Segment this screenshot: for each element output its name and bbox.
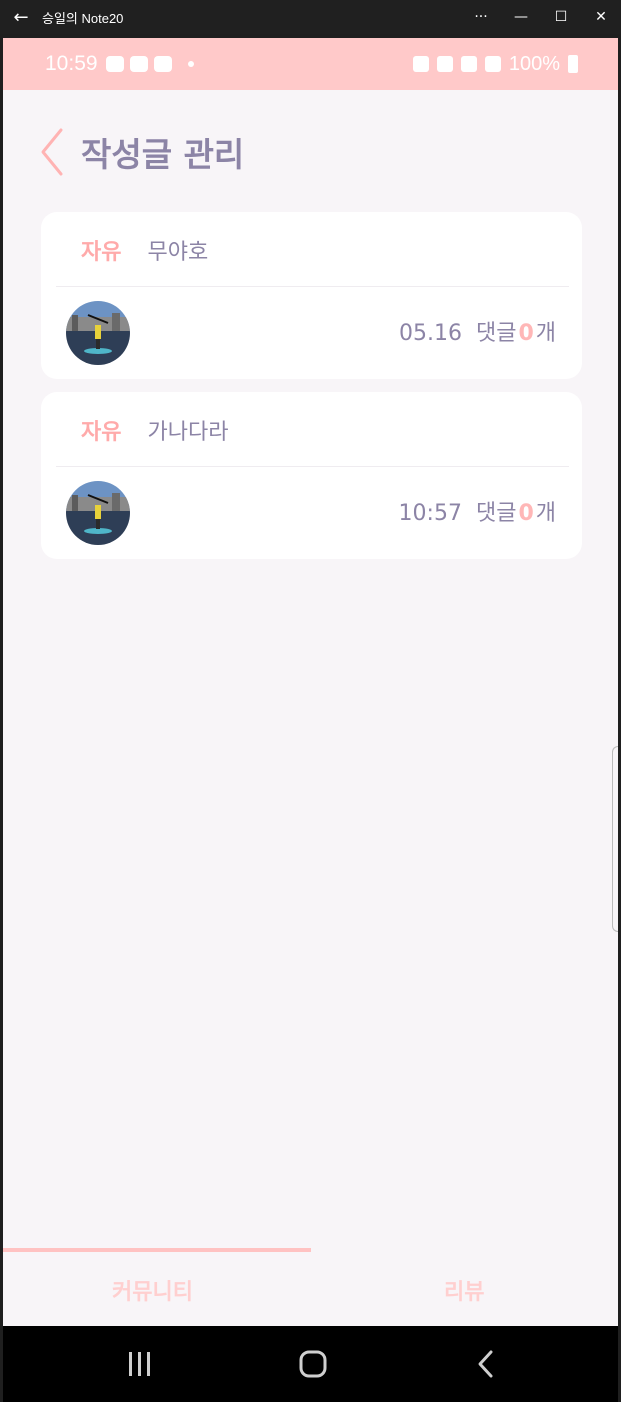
wifi-icon [460, 56, 477, 72]
comment-label: 댓글 [475, 321, 517, 346]
card-divider [56, 286, 569, 287]
window-back-button[interactable]: ← [0, 0, 42, 34]
recent-apps-icon [129, 1352, 150, 1376]
message-notification-icon [129, 56, 148, 72]
post-card-header: 자유 가나다라 [41, 392, 582, 467]
window-titlebar: ← 승일의 Note20 ··· — ☐ ✕ [0, 0, 621, 34]
phone-screen: 10:59 100% 작성글 관리 자유 무야호 05.16 댓글 0 개 자유… [3, 38, 618, 1402]
comment-count: 0 [518, 501, 534, 526]
talk-notification-icon [105, 56, 124, 72]
home-button[interactable] [273, 1326, 353, 1402]
post-card[interactable]: 자유 무야호 05.16 댓글 0 개 [41, 212, 582, 379]
back-button[interactable] [39, 127, 69, 177]
app-notification-icon [153, 56, 172, 72]
back-arrow-icon [478, 1350, 493, 1378]
home-icon [299, 1350, 327, 1378]
active-tab-indicator [3, 1248, 311, 1252]
thumbnail-image [66, 301, 130, 365]
nav-back-button[interactable] [446, 1326, 526, 1402]
post-thumbnail [66, 481, 130, 545]
post-title: 무야호 [147, 239, 209, 265]
android-nav-bar [3, 1326, 618, 1402]
system-icons: 100% [412, 52, 578, 76]
post-meta: 10:57 댓글 0 개 [399, 495, 556, 527]
post-card[interactable]: 자유 가나다라 10:57 댓글 0 개 [41, 392, 582, 559]
post-meta: 05.16 댓글 0 개 [399, 315, 556, 347]
post-date: 05.16 [398, 321, 462, 346]
mute-icon [436, 56, 453, 72]
emulator-window: ← 승일의 Note20 ··· — ☐ ✕ 10:59 100% 작성글 관리… [0, 0, 621, 1402]
tab-community[interactable]: 커뮤니티 [112, 1274, 193, 1306]
post-category: 자유 [81, 419, 122, 445]
comment-unit: 개 [535, 501, 556, 526]
recent-apps-button[interactable] [100, 1326, 180, 1402]
status-bar: 10:59 100% [3, 38, 618, 90]
page-header: 작성글 관리 [3, 122, 618, 182]
comment-unit: 개 [535, 321, 556, 346]
window-title: 승일의 Note20 [42, 10, 124, 26]
tab-review[interactable]: 리뷰 [444, 1274, 484, 1306]
thumbnail-image [66, 481, 130, 545]
close-button[interactable]: ✕ [581, 0, 621, 34]
comment-label: 댓글 [475, 501, 517, 526]
minimize-button[interactable]: — [501, 0, 541, 34]
post-thumbnail [66, 301, 130, 365]
maximize-button[interactable]: ☐ [541, 0, 581, 34]
status-time: 10:59 [45, 52, 98, 75]
post-title: 가나다라 [147, 419, 229, 445]
post-category: 자유 [81, 239, 122, 265]
post-card-header: 자유 무야호 [41, 212, 582, 287]
comment-count: 0 [518, 321, 534, 346]
card-divider [56, 466, 569, 467]
chevron-left-icon [41, 128, 63, 176]
more-options-button[interactable]: ··· [461, 0, 501, 34]
page-title: 작성글 관리 [81, 135, 245, 174]
notification-icons [105, 56, 194, 72]
bottom-tabs: 커뮤니티 리뷰 [3, 1248, 618, 1326]
battery-icon [568, 55, 578, 73]
edge-panel-handle[interactable] [612, 746, 618, 932]
alarm-icon [412, 56, 429, 72]
window-controls: ··· — ☐ ✕ [461, 0, 621, 34]
more-notifications-icon [187, 61, 194, 67]
post-date: 10:57 [398, 501, 462, 526]
battery-percent: 100% [508, 52, 560, 75]
signal-icon [484, 56, 501, 72]
